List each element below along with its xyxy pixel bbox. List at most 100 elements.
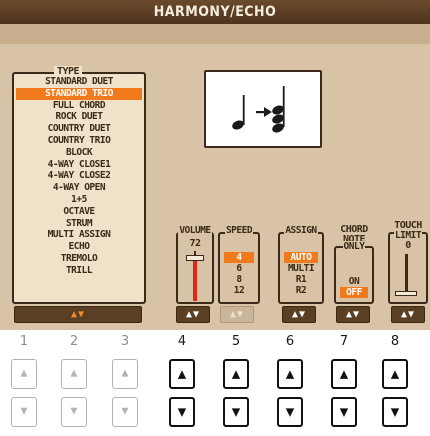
soft-key-5-down-button[interactable]: ▼ bbox=[223, 397, 249, 427]
volume-tab-arrows: ▲▼ bbox=[185, 309, 201, 320]
type-list-item[interactable]: FULL CHORD bbox=[16, 100, 142, 112]
volume-slider[interactable] bbox=[186, 251, 204, 301]
type-scroll-tab[interactable]: ▲▼ bbox=[14, 306, 142, 323]
speed-option[interactable]: 6 bbox=[224, 263, 254, 274]
page-title: HARMONY/ECHO bbox=[0, 0, 430, 24]
lcd-screen: HARMONY/ECHO TYPE STANDARD DUET STANDARD … bbox=[0, 0, 430, 330]
harmony-preview-box bbox=[204, 70, 322, 148]
soft-key-column-number: 3 bbox=[120, 334, 130, 349]
chord-note-only-tab-arrows: ▲▼ bbox=[345, 309, 361, 320]
type-list-item[interactable]: 4-WAY OPEN bbox=[16, 182, 142, 194]
triangle-up-icon: ▲ bbox=[121, 368, 129, 379]
assign-option[interactable]: AUTO bbox=[284, 252, 318, 263]
soft-key-8-up-button[interactable]: ▲ bbox=[382, 359, 408, 389]
soft-key-column-number: 5 bbox=[231, 334, 241, 349]
soft-key-1-down-button[interactable]: ▼ bbox=[11, 397, 37, 427]
soft-key-column-number: 1 bbox=[19, 334, 29, 349]
type-list-item[interactable]: 4-WAY CLOSE2 bbox=[16, 170, 142, 182]
chord-note-only-options: ON OFF bbox=[340, 276, 368, 298]
soft-key-2-up-button[interactable]: ▲ bbox=[61, 359, 87, 389]
type-list-item[interactable]: MULTI ASSIGN bbox=[16, 229, 142, 241]
soft-key-6-down-button[interactable]: ▼ bbox=[277, 397, 303, 427]
triangle-up-icon: ▲ bbox=[177, 367, 187, 381]
volume-level-fill bbox=[193, 261, 197, 301]
touch-limit-tab[interactable]: ▲▼ bbox=[391, 306, 425, 323]
volume-label: VOLUME bbox=[178, 225, 212, 236]
triangle-down-icon: ▼ bbox=[339, 405, 349, 419]
soft-key-4-up-button[interactable]: ▲ bbox=[169, 359, 195, 389]
soft-key-column-number: 6 bbox=[285, 334, 295, 349]
triangle-down-icon: ▼ bbox=[231, 405, 241, 419]
soft-key-4-down-button[interactable]: ▼ bbox=[169, 397, 195, 427]
type-list-item[interactable]: COUNTRY DUET bbox=[16, 123, 142, 135]
triangle-up-icon: ▲ bbox=[20, 368, 28, 379]
chord-note-only-tab[interactable]: ▲▼ bbox=[336, 306, 370, 323]
triangle-down-icon: ▼ bbox=[121, 406, 129, 417]
type-list-item[interactable]: TRILL bbox=[16, 265, 142, 277]
chord-note-only-option[interactable]: OFF bbox=[340, 287, 368, 298]
type-list-item[interactable]: STRUM bbox=[16, 218, 142, 230]
soft-key-panel: 1 ▲ ▼ 2 ▲ ▼ 3 ▲ ▼ 4 ▲ ▼ 5 ▲ ▼ 6 ▲ ▼ 7 ▲ ▼ 8 ▲ ▼ bbox=[0, 333, 430, 436]
speed-tab: ▲▼ bbox=[220, 306, 254, 323]
soft-key-3-down-button[interactable]: ▼ bbox=[112, 397, 138, 427]
touch-limit-slider-knob bbox=[395, 291, 417, 296]
triangle-up-icon: ▲ bbox=[390, 367, 400, 381]
assign-tab-arrows: ▲▼ bbox=[291, 309, 307, 320]
triangle-down-icon: ▼ bbox=[20, 406, 28, 417]
assign-option[interactable]: R2 bbox=[284, 285, 318, 296]
assign-option[interactable]: MULTI bbox=[284, 263, 318, 274]
triangle-down-icon: ▼ bbox=[177, 405, 187, 419]
soft-key-5-up-button[interactable]: ▲ bbox=[223, 359, 249, 389]
soft-key-2-down-button[interactable]: ▼ bbox=[61, 397, 87, 427]
speed-option[interactable]: 4 bbox=[224, 252, 254, 263]
triangle-down-icon: ▼ bbox=[285, 405, 295, 419]
touch-limit-panel: TOUCH LIMIT 0 bbox=[388, 220, 428, 304]
type-list-item[interactable]: OCTAVE bbox=[16, 206, 142, 218]
type-list-item[interactable]: BLOCK bbox=[16, 147, 142, 159]
only-label: ONLY bbox=[342, 241, 366, 252]
assign-tab[interactable]: ▲▼ bbox=[282, 306, 316, 323]
soft-key-column-number: 7 bbox=[339, 334, 349, 349]
type-list-panel: TYPE STANDARD DUET STANDARD TRIO FULL CHOR… bbox=[12, 66, 146, 304]
quarter-note-arrow-chord-icon bbox=[232, 86, 285, 133]
triangle-up-icon: ▲ bbox=[70, 368, 78, 379]
assign-options: AUTO MULTI R1 R2 bbox=[284, 252, 318, 296]
volume-tab[interactable]: ▲▼ bbox=[176, 306, 210, 323]
soft-key-8-down-button[interactable]: ▼ bbox=[382, 397, 408, 427]
type-scroll-arrows: ▲▼ bbox=[70, 309, 86, 320]
assign-option[interactable]: R1 bbox=[284, 274, 318, 285]
soft-key-6-up-button[interactable]: ▲ bbox=[277, 359, 303, 389]
chord-note-only-option[interactable]: ON bbox=[340, 276, 368, 287]
volume-slider-knob bbox=[186, 255, 204, 262]
assign-label: ASSIGN bbox=[284, 225, 318, 236]
soft-key-column-number: 4 bbox=[177, 334, 187, 349]
triangle-up-icon: ▲ bbox=[231, 367, 241, 381]
speed-label: SPEED bbox=[224, 225, 254, 236]
soft-key-7-up-button[interactable]: ▲ bbox=[331, 359, 357, 389]
triangle-up-icon: ▲ bbox=[285, 367, 295, 381]
triangle-down-icon: ▼ bbox=[70, 406, 78, 417]
type-list-item[interactable]: ROCK DUET bbox=[16, 111, 142, 123]
triangle-up-icon: ▲ bbox=[339, 367, 349, 381]
soft-key-3-up-button[interactable]: ▲ bbox=[112, 359, 138, 389]
type-list-item[interactable]: COUNTRY TRIO bbox=[16, 135, 142, 147]
volume-panel: VOLUME 72 bbox=[176, 225, 214, 304]
speed-option[interactable]: 12 bbox=[224, 285, 254, 296]
type-list-item[interactable]: 4-WAY CLOSE1 bbox=[16, 159, 142, 171]
assign-panel: ASSIGN AUTO MULTI R1 R2 bbox=[278, 225, 324, 304]
type-list-item[interactable]: ECHO bbox=[16, 241, 142, 253]
soft-key-7-down-button[interactable]: ▼ bbox=[331, 397, 357, 427]
type-list-item[interactable]: STANDARD TRIO bbox=[16, 87, 142, 100]
speed-panel: SPEED 4 6 8 12 bbox=[218, 225, 260, 304]
speed-option[interactable]: 8 bbox=[224, 274, 254, 285]
type-list-item[interactable]: TREMOLO bbox=[16, 253, 142, 265]
soft-key-1-up-button[interactable]: ▲ bbox=[11, 359, 37, 389]
touch-limit-slider[interactable] bbox=[395, 254, 417, 300]
volume-value: 72 bbox=[189, 238, 201, 249]
type-list: STANDARD DUET STANDARD TRIO FULL CHORD ROCK… bbox=[16, 76, 142, 277]
touch-limit-value: 0 bbox=[405, 240, 411, 251]
type-list-item[interactable]: 1+5 bbox=[16, 194, 142, 206]
title-underline-stripe bbox=[0, 24, 430, 44]
type-list-item[interactable]: STANDARD DUET bbox=[16, 76, 142, 88]
soft-key-column-number: 2 bbox=[69, 334, 79, 349]
